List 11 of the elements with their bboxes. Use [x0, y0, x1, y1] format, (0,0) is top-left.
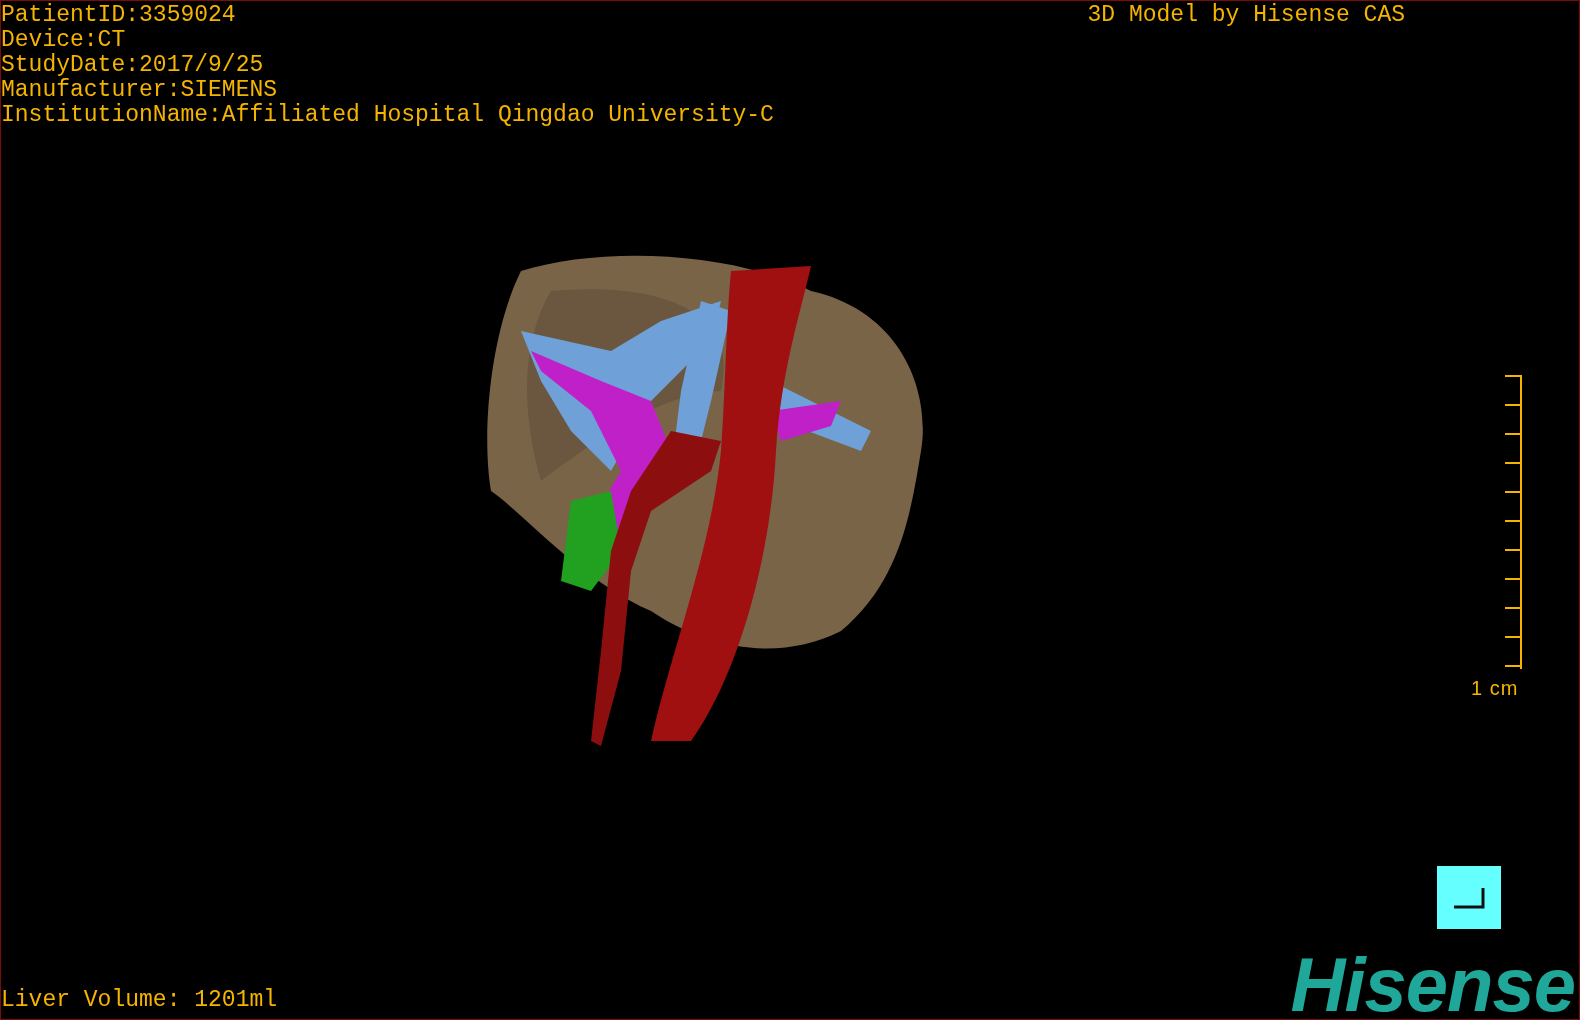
corner-icon [1453, 886, 1485, 909]
patient-info-text: Manufacturer:SIEMENS [1, 78, 279, 103]
scale-label: 1 cm [1471, 677, 1519, 700]
liver-volume-text: Liver Volume: 1201ml [1, 988, 278, 1015]
corner-button[interactable] [1437, 866, 1501, 929]
patient-info-text: PatientID:3359024 [1, 3, 237, 28]
patient-info-text: Device:CT [1, 28, 127, 53]
hisense-logo: Hisense [1290, 951, 1576, 1019]
credit-text: 3D Model by Hisense CAS [1087, 3, 1405, 28]
patient-info-text: InstitutionName:Affiliated Hospital Qingdao University-C [1, 103, 774, 128]
patient-info-text: StudyDate:2017/9/25 [1, 53, 265, 78]
